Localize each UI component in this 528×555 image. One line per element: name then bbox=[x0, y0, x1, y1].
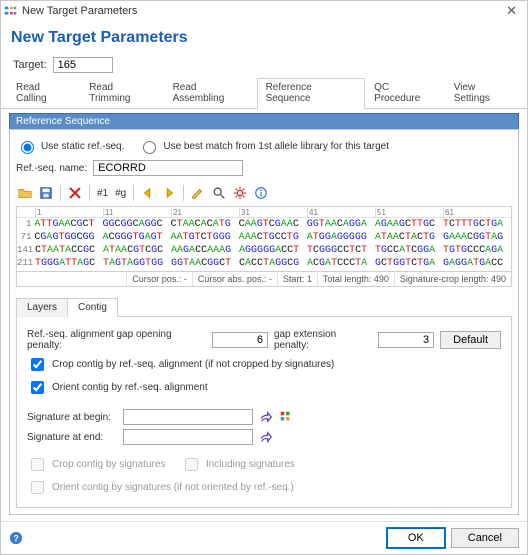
seq-row: 141CTAATACCGCATAACGTCGCAAGACCAAAGAGGGGGA… bbox=[17, 244, 511, 257]
sequence-ruler: 1112131415161 bbox=[17, 207, 511, 218]
use-static-radio[interactable]: Use static ref.-seq. bbox=[16, 138, 124, 154]
top-tabs: Read CallingRead TrimmingRead Assembling… bbox=[1, 77, 527, 109]
help-icon[interactable]: ? bbox=[9, 531, 23, 545]
delete-icon[interactable] bbox=[66, 184, 84, 202]
sig-end-label: Signature at end: bbox=[27, 432, 117, 443]
seq-toolbar: #1 #g bbox=[16, 182, 512, 206]
subtab-contig[interactable]: Contig bbox=[67, 298, 118, 317]
refseq-panel: Reference Sequence Use static ref.-seq. … bbox=[9, 113, 519, 515]
search-icon[interactable] bbox=[210, 184, 228, 202]
status-sigcrop: Signature-crop length: 490 bbox=[394, 272, 511, 286]
tab-read-trimming[interactable]: Read Trimming bbox=[80, 78, 163, 109]
titlebar: New Target Parameters ✕ bbox=[1, 1, 527, 21]
tab-qc-procedure[interactable]: QC Procedure bbox=[365, 78, 445, 109]
status-cursor: Cursor pos.: - bbox=[126, 272, 192, 286]
refseq-name-label: Ref.-seq. name: bbox=[16, 163, 87, 174]
default-button[interactable]: Default bbox=[440, 331, 501, 349]
tab-view-settings[interactable]: View Settings bbox=[445, 78, 521, 109]
open-icon[interactable] bbox=[16, 184, 34, 202]
gap-open-input[interactable] bbox=[212, 332, 268, 348]
sig-begin-input[interactable] bbox=[123, 409, 253, 425]
app-icon bbox=[4, 4, 18, 18]
grid-icon[interactable] bbox=[279, 410, 293, 424]
arrow-left-icon[interactable] bbox=[139, 184, 157, 202]
settings-icon[interactable] bbox=[231, 184, 249, 202]
gap-ext-label: gap extension penalty: bbox=[274, 329, 372, 351]
arrow-right-icon[interactable] bbox=[160, 184, 178, 202]
close-icon[interactable]: ✕ bbox=[502, 3, 521, 19]
crop-by-align-checkbox[interactable] bbox=[31, 358, 44, 371]
refseq-name-row: Ref.-seq. name: bbox=[16, 160, 512, 182]
status-start: Start: 1 bbox=[277, 272, 317, 286]
gap-ext-input[interactable] bbox=[378, 332, 434, 348]
use-best-radio[interactable]: Use best match from 1st allele library f… bbox=[138, 138, 389, 154]
svg-text:?: ? bbox=[13, 534, 18, 544]
hash1-button[interactable]: #1 bbox=[95, 188, 110, 199]
sub-tabs: LayersContig bbox=[16, 297, 512, 316]
refseq-mode-row: Use static ref.-seq. Use best match from… bbox=[16, 136, 512, 160]
sig-begin-label: Signature at begin: bbox=[27, 412, 117, 423]
orient-by-sig-checkbox bbox=[31, 481, 44, 494]
status-total: Total length: 490 bbox=[317, 272, 394, 286]
status-cursor-abs: Cursor abs. pos.: - bbox=[192, 272, 277, 286]
tab-read-calling[interactable]: Read Calling bbox=[7, 78, 80, 109]
refseq-name-input[interactable] bbox=[93, 160, 243, 176]
seq-row: 1ATTGAACGCTGGCGGCAGGCCTAACACATGCAAGTCGAA… bbox=[17, 218, 511, 231]
incl-sig-checkbox bbox=[185, 458, 198, 471]
edit-icon[interactable] bbox=[189, 184, 207, 202]
window-title: New Target Parameters bbox=[22, 5, 137, 17]
rc-arrow-icon[interactable] bbox=[259, 410, 273, 424]
target-row: Target: bbox=[1, 51, 527, 77]
subtab-layers[interactable]: Layers bbox=[16, 298, 67, 317]
seq-row: 211TGGGATTAGCTAGTAGGTGGGGTAACGGCTCACCTAG… bbox=[17, 257, 511, 270]
hashg-button[interactable]: #g bbox=[113, 188, 128, 199]
rc-arrow-icon-2[interactable] bbox=[259, 430, 273, 444]
info-icon[interactable] bbox=[252, 184, 270, 202]
ok-button[interactable]: OK bbox=[387, 528, 445, 548]
seq-row: 71CGAGTGGCGGACGGGTGAGTAATGTCTGGGAAACTGCC… bbox=[17, 231, 511, 244]
page-heading: New Target Parameters bbox=[1, 21, 527, 51]
refseq-panel-title: Reference Sequence bbox=[9, 113, 519, 129]
gap-open-label: Ref.-seq. alignment gap opening penalty: bbox=[27, 329, 206, 351]
sig-end-input[interactable] bbox=[123, 429, 253, 445]
dialog-footer: ? OK Cancel bbox=[1, 521, 527, 554]
tab-reference-sequence[interactable]: Reference Sequence bbox=[257, 78, 366, 109]
orient-by-align-checkbox[interactable] bbox=[31, 381, 44, 394]
sequence-body: 1ATTGAACGCTGGCGGCAGGCCTAACACATGCAAGTCGAA… bbox=[17, 218, 511, 272]
cancel-button[interactable]: Cancel bbox=[451, 528, 519, 548]
target-label: Target: bbox=[13, 59, 47, 71]
sequence-view[interactable]: 1112131415161 1ATTGAACGCTGGCGGCAGGCCTAAC… bbox=[16, 206, 512, 272]
crop-by-sig-checkbox bbox=[31, 458, 44, 471]
contig-panel: Ref.-seq. alignment gap opening penalty:… bbox=[16, 316, 512, 508]
sequence-status: Cursor pos.: - Cursor abs. pos.: - Start… bbox=[16, 272, 512, 287]
save-icon[interactable] bbox=[37, 184, 55, 202]
target-input[interactable] bbox=[53, 57, 113, 73]
tab-read-assembling[interactable]: Read Assembling bbox=[164, 78, 257, 109]
